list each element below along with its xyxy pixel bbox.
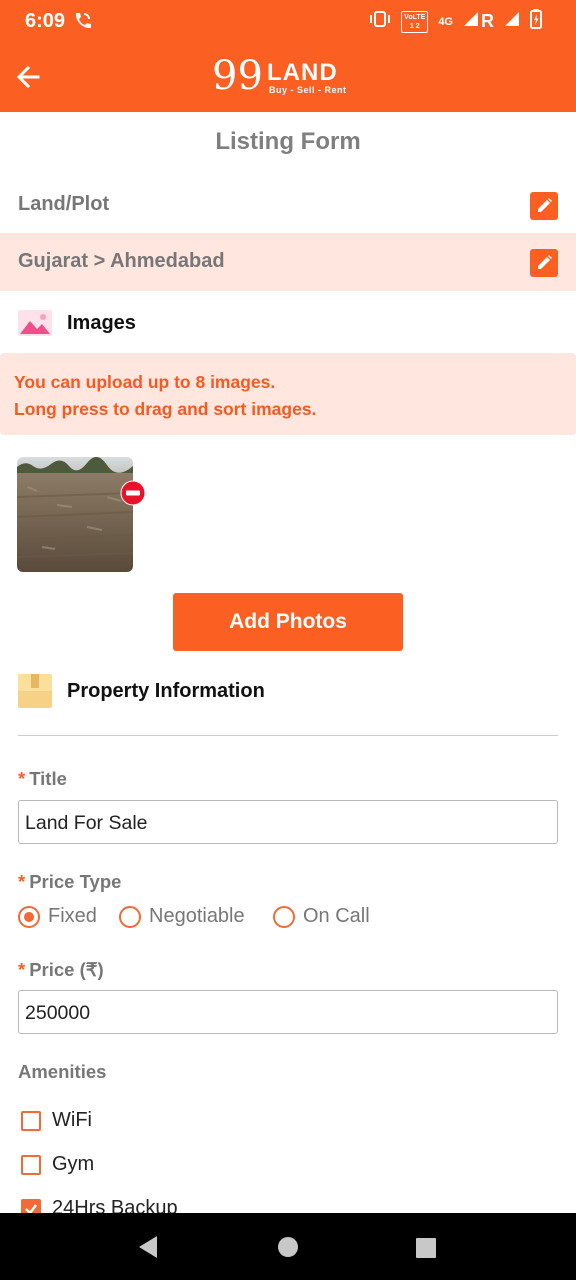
battery-icon — [530, 9, 542, 34]
remove-image-icon[interactable] — [120, 480, 146, 506]
radio-label: Fixed — [48, 905, 97, 927]
required-mark: * — [18, 871, 26, 892]
images-section-title: Images — [67, 312, 136, 334]
pencil-icon — [538, 255, 552, 269]
required-mark: * — [18, 768, 26, 789]
checkbox-label: WiFi — [52, 1109, 92, 1131]
amenities-label: Amenities — [18, 1061, 107, 1082]
back-nav-icon[interactable] — [136, 1235, 160, 1264]
add-photos-button[interactable]: Add Photos — [173, 593, 403, 651]
signal-icon-2 — [504, 11, 520, 32]
vibrate-icon — [369, 10, 391, 33]
uploaded-image-thumbnail[interactable] — [17, 457, 133, 572]
status-time: 6:09 — [25, 10, 66, 32]
home-nav-icon[interactable] — [277, 1236, 299, 1263]
title-input[interactable]: Land For Sale — [18, 800, 558, 844]
volte-icon: VoLTE 1 2 — [401, 10, 429, 33]
location-row: Gujarat > Ahmedabad — [0, 233, 576, 291]
radio-button — [119, 906, 141, 928]
wifi-call-icon — [72, 11, 92, 36]
property-info-section-header: Property Information — [18, 674, 558, 708]
notice-line-1: You can upload up to 8 images. — [14, 372, 276, 392]
checkbox — [21, 1111, 41, 1131]
price-field-label: * Price (₹) — [18, 959, 104, 980]
app-header: 99 LAND Buy - Sell - Rent — [0, 42, 576, 112]
image-icon — [18, 308, 52, 343]
property-category-label: Land/Plot — [18, 193, 110, 215]
section-divider — [18, 735, 558, 736]
price-input-value: 250000 — [25, 1002, 91, 1024]
box-icon — [18, 674, 52, 713]
property-category-row: Land/Plot — [0, 176, 576, 234]
radio-label: Negotiable — [149, 905, 245, 927]
radio-label: On Call — [303, 905, 370, 927]
property-info-section-title: Property Information — [67, 680, 265, 702]
back-arrow-icon[interactable] — [14, 62, 44, 92]
checkbox-label: Gym — [52, 1153, 95, 1175]
price-input[interactable]: 250000 — [18, 990, 558, 1034]
upload-notice: You can upload up to 8 images. Long pres… — [0, 353, 576, 435]
required-mark: * — [18, 959, 26, 980]
location-label: Gujarat > Ahmedabad — [18, 250, 225, 272]
signal-icon — [463, 11, 479, 32]
land-photo — [17, 457, 133, 572]
title-input-value: Land For Sale — [25, 812, 148, 834]
system-navigation-bar — [0, 1213, 576, 1280]
price-type-label: * Price Type — [18, 871, 122, 892]
status-bar: 6:09 VoLTE 1 2 4G R — [0, 0, 576, 42]
edit-category-button[interactable] — [530, 192, 558, 220]
page-title: Listing Form — [215, 128, 361, 155]
network-type-label: 4G — [438, 15, 453, 28]
notice-line-2: Long press to drag and sort images. — [14, 399, 317, 419]
recents-nav-icon[interactable] — [415, 1237, 437, 1264]
roaming-label: R — [481, 11, 494, 31]
images-section-header: Images — [18, 306, 558, 340]
checkbox — [21, 1155, 41, 1175]
title-field-label: * Title — [18, 768, 67, 789]
radio-button-selected — [18, 906, 40, 928]
pencil-icon — [538, 198, 552, 212]
edit-location-button[interactable] — [530, 249, 558, 277]
radio-button — [273, 906, 295, 928]
app-logo: 99 LAND Buy - Sell - Rent — [212, 53, 347, 99]
